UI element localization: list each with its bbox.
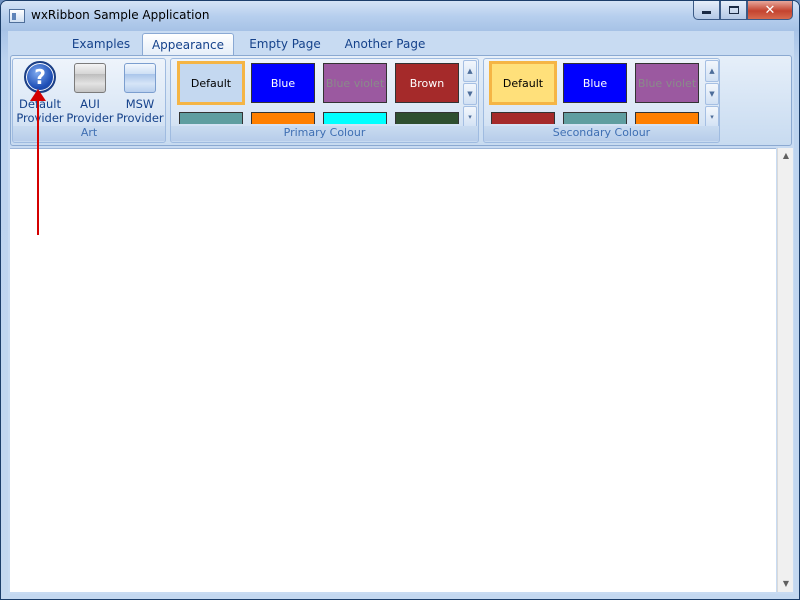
scroll-down-arrow-icon[interactable]: ▼ [778,576,794,592]
tab-another-page[interactable]: Another Page [338,33,432,56]
client-area: Examples Appearance Empty Page Another P… [8,31,794,594]
secondary-swatch-blue[interactable]: Blue [563,63,627,103]
primary-scroll-up-button[interactable]: ▲ [463,60,477,82]
secondary-swatch-brown[interactable] [491,112,555,124]
secondary-scroll-up-button[interactable]: ▲ [705,60,719,82]
minimize-button[interactable] [693,1,720,20]
primary-swatch-cadet-blue[interactable] [179,112,243,124]
secondary-gallery-scroll: ▲ ▼ ▾ [705,60,719,129]
primary-colour-panel: Default Blue Blue violet Brown ▲ ▼ ▾ Pri… [170,58,479,143]
title-bar[interactable]: wxRibbon Sample Application ✕ [1,1,799,31]
msw-provider-icon [124,63,156,93]
app-window: wxRibbon Sample Application ✕ Examples A… [0,0,800,600]
ribbon-tab-strip: Examples Appearance Empty Page Another P… [8,31,794,56]
ribbon-bar: ? Default Provider AUI Provider MSW Prov… [10,55,792,146]
secondary-swatch-default[interactable]: Default [489,61,557,105]
close-button[interactable]: ✕ [747,1,793,20]
maximize-icon [728,6,739,14]
primary-swatch-default[interactable]: Default [177,61,245,105]
app-window-icon[interactable] [9,9,25,23]
tab-examples[interactable]: Examples [66,33,136,56]
msw-provider-button[interactable]: MSW Provider [116,61,164,129]
aui-provider-button[interactable]: AUI Provider [66,61,114,129]
tab-appearance[interactable]: Appearance [142,33,234,56]
msw-provider-label-1: MSW [125,97,155,111]
minimize-icon [702,11,711,14]
secondary-colour-panel: Default Blue Blue violet ▲ ▼ ▾ Secondary… [483,58,720,143]
aui-provider-label-2: Provider [66,111,114,125]
secondary-swatch-cadet-blue[interactable] [563,112,627,124]
maximize-button[interactable] [720,1,747,20]
secondary-colour-label: Secondary Colour [484,126,719,141]
primary-swatch-orange[interactable] [251,112,315,124]
window-title: wxRibbon Sample Application [31,8,210,22]
art-panel-label: Art [13,126,165,141]
main-content-area[interactable] [10,148,776,592]
secondary-scroll-down-button[interactable]: ▼ [705,83,719,105]
primary-colour-label: Primary Colour [171,126,478,141]
vertical-scrollbar[interactable]: ▲ ▼ [777,148,793,592]
secondary-expand-button[interactable]: ▾ [705,106,719,128]
aui-provider-label-1: AUI [80,97,100,111]
primary-scroll-down-button[interactable]: ▼ [463,83,477,105]
scroll-up-arrow-icon[interactable]: ▲ [778,148,794,164]
default-provider-label-2: Provider [16,111,64,125]
aui-provider-icon [74,63,106,93]
primary-gallery-scroll: ▲ ▼ ▾ [463,60,477,129]
primary-expand-button[interactable]: ▾ [463,106,477,128]
primary-swatch-dark-green[interactable] [395,112,459,124]
secondary-swatch-blue-violet[interactable]: Blue violet [635,63,699,103]
caption-buttons: ✕ [693,1,793,20]
tab-empty-page[interactable]: Empty Page [244,33,326,56]
primary-swatch-blue-violet[interactable]: Blue violet [323,63,387,103]
annotation-arrow-line [37,97,39,235]
primary-swatch-cyan[interactable] [323,112,387,124]
secondary-swatch-orange[interactable] [635,112,699,124]
primary-swatch-brown[interactable]: Brown [395,63,459,103]
primary-swatch-blue[interactable]: Blue [251,63,315,103]
close-icon: ✕ [764,2,776,18]
msw-provider-label-2: Provider [116,111,164,125]
